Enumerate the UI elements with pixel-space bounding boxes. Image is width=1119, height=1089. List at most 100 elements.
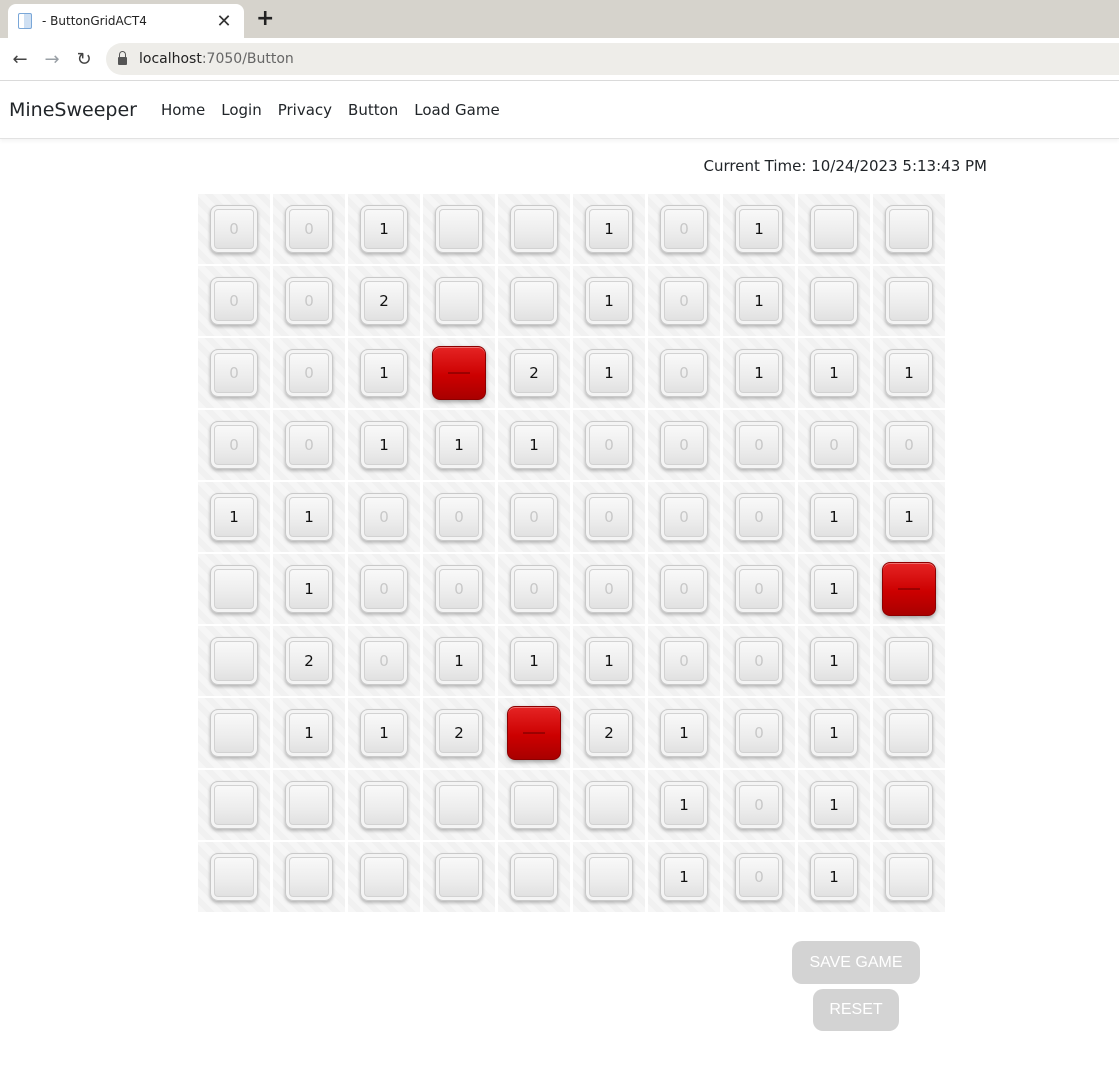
close-icon[interactable]: ✕ <box>214 11 234 32</box>
bomb-cell-button[interactable] <box>432 346 486 400</box>
cell-button[interactable]: 0 <box>735 853 783 901</box>
cell-button[interactable]: 1 <box>810 349 858 397</box>
cell-button[interactable]: 1 <box>810 565 858 613</box>
cell-button[interactable]: 0 <box>210 421 258 469</box>
cell-button[interactable]: 0 <box>435 493 483 541</box>
cell-button[interactable]: 2 <box>510 349 558 397</box>
cell-button[interactable]: 0 <box>285 277 333 325</box>
cell-button[interactable] <box>210 637 258 685</box>
cell-button[interactable]: 1 <box>285 565 333 613</box>
cell-button[interactable]: 1 <box>885 349 933 397</box>
cell-button[interactable]: 1 <box>360 205 408 253</box>
cell-button[interactable] <box>885 853 933 901</box>
cell-button[interactable]: 1 <box>360 421 408 469</box>
cell-button[interactable]: 1 <box>660 853 708 901</box>
bomb-cell-button[interactable] <box>507 706 561 760</box>
cell-button[interactable]: 1 <box>735 205 783 253</box>
cell-button[interactable]: 1 <box>810 709 858 757</box>
cell-button[interactable]: 1 <box>810 781 858 829</box>
cell-button[interactable] <box>210 709 258 757</box>
cell-button[interactable] <box>510 205 558 253</box>
cell-button[interactable] <box>435 853 483 901</box>
cell-button[interactable]: 0 <box>660 277 708 325</box>
cell-button[interactable]: 0 <box>285 205 333 253</box>
cell-button[interactable] <box>285 853 333 901</box>
cell-button[interactable] <box>585 853 633 901</box>
forward-icon[interactable]: → <box>36 49 68 70</box>
cell-button[interactable]: 0 <box>660 205 708 253</box>
nav-link-button[interactable]: Button <box>348 101 398 119</box>
cell-button[interactable]: 1 <box>660 709 708 757</box>
cell-button[interactable]: 2 <box>285 637 333 685</box>
cell-button[interactable]: 1 <box>285 493 333 541</box>
cell-button[interactable]: 0 <box>585 565 633 613</box>
cell-button[interactable]: 2 <box>360 277 408 325</box>
cell-button[interactable]: 0 <box>660 637 708 685</box>
cell-button[interactable]: 0 <box>210 277 258 325</box>
cell-button[interactable]: 1 <box>360 349 408 397</box>
cell-button[interactable] <box>510 853 558 901</box>
nav-link-home[interactable]: Home <box>161 101 205 119</box>
cell-button[interactable]: 0 <box>660 493 708 541</box>
cell-button[interactable]: 0 <box>360 493 408 541</box>
save-game-button[interactable]: SAVE GAME <box>792 941 920 984</box>
cell-button[interactable]: 1 <box>660 781 708 829</box>
browser-tab[interactable]: - ButtonGridACT4 ✕ <box>8 4 244 38</box>
cell-button[interactable] <box>210 565 258 613</box>
cell-button[interactable] <box>435 277 483 325</box>
cell-button[interactable] <box>360 853 408 901</box>
cell-button[interactable]: 1 <box>285 709 333 757</box>
cell-button[interactable]: 0 <box>735 709 783 757</box>
cell-button[interactable] <box>585 781 633 829</box>
cell-button[interactable]: 1 <box>735 277 783 325</box>
cell-button[interactable]: 1 <box>810 493 858 541</box>
cell-button[interactable]: 0 <box>660 565 708 613</box>
cell-button[interactable] <box>285 781 333 829</box>
cell-button[interactable] <box>885 637 933 685</box>
reload-icon[interactable]: ↻ <box>68 49 100 70</box>
cell-button[interactable] <box>510 277 558 325</box>
cell-button[interactable]: 1 <box>210 493 258 541</box>
cell-button[interactable]: 0 <box>735 421 783 469</box>
reset-button[interactable]: RESET <box>813 989 899 1031</box>
cell-button[interactable]: 0 <box>735 565 783 613</box>
cell-button[interactable]: 0 <box>285 349 333 397</box>
cell-button[interactable]: 0 <box>210 205 258 253</box>
cell-button[interactable]: 0 <box>210 349 258 397</box>
nav-link-load-game[interactable]: Load Game <box>414 101 499 119</box>
cell-button[interactable]: 2 <box>435 709 483 757</box>
cell-button[interactable]: 1 <box>585 205 633 253</box>
cell-button[interactable]: 0 <box>810 421 858 469</box>
cell-button[interactable] <box>210 781 258 829</box>
nav-link-login[interactable]: Login <box>221 101 261 119</box>
cell-button[interactable]: 1 <box>510 421 558 469</box>
cell-button[interactable]: 0 <box>360 565 408 613</box>
cell-button[interactable]: 1 <box>585 637 633 685</box>
brand-link[interactable]: MineSweeper <box>9 99 137 121</box>
cell-button[interactable] <box>210 853 258 901</box>
cell-button[interactable]: 1 <box>510 637 558 685</box>
cell-button[interactable]: 0 <box>510 493 558 541</box>
cell-button[interactable]: 0 <box>360 637 408 685</box>
cell-button[interactable]: 1 <box>435 637 483 685</box>
cell-button[interactable]: 0 <box>660 349 708 397</box>
cell-button[interactable]: 1 <box>810 853 858 901</box>
cell-button[interactable]: 0 <box>285 421 333 469</box>
cell-button[interactable]: 0 <box>510 565 558 613</box>
cell-button[interactable]: 1 <box>885 493 933 541</box>
cell-button[interactable]: 2 <box>585 709 633 757</box>
cell-button[interactable]: 0 <box>735 637 783 685</box>
cell-button[interactable] <box>810 277 858 325</box>
cell-button[interactable]: 0 <box>585 421 633 469</box>
cell-button[interactable]: 0 <box>660 421 708 469</box>
cell-button[interactable]: 1 <box>585 349 633 397</box>
cell-button[interactable] <box>885 277 933 325</box>
cell-button[interactable]: 1 <box>735 349 783 397</box>
cell-button[interactable] <box>435 781 483 829</box>
cell-button[interactable]: 0 <box>885 421 933 469</box>
cell-button[interactable]: 1 <box>810 637 858 685</box>
cell-button[interactable]: 0 <box>735 493 783 541</box>
cell-button[interactable] <box>885 781 933 829</box>
cell-button[interactable] <box>360 781 408 829</box>
cell-button[interactable] <box>885 205 933 253</box>
